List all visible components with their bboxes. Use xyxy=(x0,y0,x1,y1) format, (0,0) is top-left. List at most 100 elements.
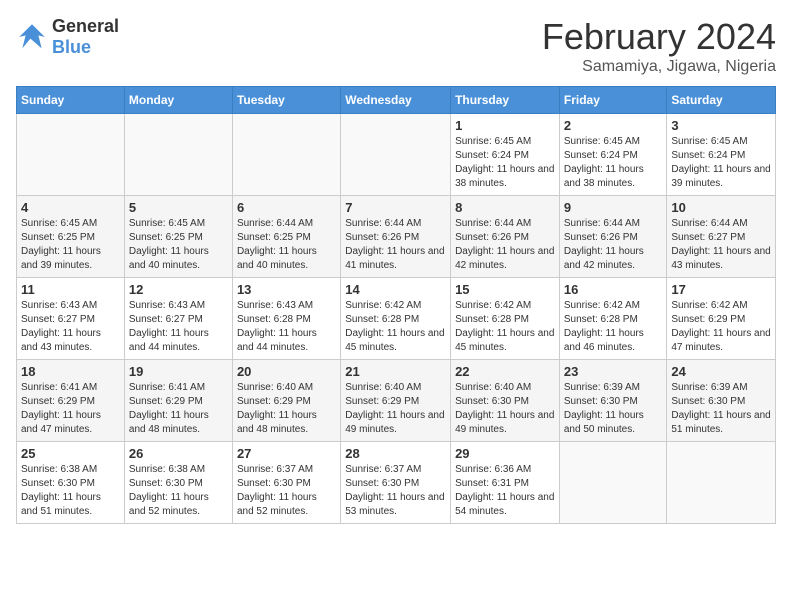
day-number: 21 xyxy=(345,364,446,379)
calendar-cell: 25 Sunrise: 6:38 AM Sunset: 6:30 PM Dayli… xyxy=(17,442,125,524)
day-info: Sunrise: 6:43 AM Sunset: 6:27 PM Dayligh… xyxy=(129,299,228,355)
calendar-cell xyxy=(559,442,667,524)
day-info: Sunrise: 6:38 AM Sunset: 6:30 PM Dayligh… xyxy=(21,463,120,519)
day-number: 12 xyxy=(129,282,228,297)
day-info: Sunrise: 6:44 AM Sunset: 6:26 PM Dayligh… xyxy=(564,217,663,273)
week-row-5: 25 Sunrise: 6:38 AM Sunset: 6:30 PM Dayli… xyxy=(17,442,776,524)
header-monday: Monday xyxy=(124,87,232,114)
day-number: 19 xyxy=(129,364,228,379)
day-number: 15 xyxy=(455,282,555,297)
calendar-cell: 28 Sunrise: 6:37 AM Sunset: 6:30 PM Dayli… xyxy=(341,442,451,524)
calendar-cell: 10 Sunrise: 6:44 AM Sunset: 6:27 PM Dayli… xyxy=(667,196,776,278)
day-number: 25 xyxy=(21,446,120,461)
day-info: Sunrise: 6:37 AM Sunset: 6:30 PM Dayligh… xyxy=(237,463,336,519)
logo-text: General Blue xyxy=(52,16,119,58)
calendar-cell: 23 Sunrise: 6:39 AM Sunset: 6:30 PM Dayli… xyxy=(559,360,667,442)
calendar-cell xyxy=(667,442,776,524)
page-header: General Blue February 2024 Samamiya, Jig… xyxy=(16,16,776,76)
day-number: 20 xyxy=(237,364,336,379)
day-number: 26 xyxy=(129,446,228,461)
calendar-cell xyxy=(341,114,451,196)
day-number: 5 xyxy=(129,200,228,215)
day-number: 4 xyxy=(21,200,120,215)
day-info: Sunrise: 6:44 AM Sunset: 6:26 PM Dayligh… xyxy=(345,217,446,273)
day-number: 27 xyxy=(237,446,336,461)
calendar-cell: 8Sunrise: 6:44 AM Sunset: 6:26 PM Daylig… xyxy=(451,196,560,278)
day-info: Sunrise: 6:45 AM Sunset: 6:25 PM Dayligh… xyxy=(21,217,120,273)
day-number: 23 xyxy=(564,364,663,379)
day-number: 13 xyxy=(237,282,336,297)
day-number: 16 xyxy=(564,282,663,297)
calendar-cell: 16 Sunrise: 6:42 AM Sunset: 6:28 PM Dayli… xyxy=(559,278,667,360)
location-subtitle: Samamiya, Jigawa, Nigeria xyxy=(542,58,776,76)
day-info: Sunrise: 6:45 AM Sunset: 6:24 PM Dayligh… xyxy=(564,135,663,191)
month-title: February 2024 xyxy=(542,16,776,58)
day-number: 3 xyxy=(671,118,771,133)
day-info: Sunrise: 6:40 AM Sunset: 6:30 PM Dayligh… xyxy=(455,381,555,437)
day-info: Sunrise: 6:42 AM Sunset: 6:28 PM Dayligh… xyxy=(455,299,555,355)
calendar-cell: 11 Sunrise: 6:43 AM Sunset: 6:27 PM Dayli… xyxy=(17,278,125,360)
calendar-cell: 17Sunrise: 6:42 AM Sunset: 6:29 PM Dayli… xyxy=(667,278,776,360)
week-row-3: 11 Sunrise: 6:43 AM Sunset: 6:27 PM Dayli… xyxy=(17,278,776,360)
header-thursday: Thursday xyxy=(451,87,560,114)
calendar-cell: 21 Sunrise: 6:40 AM Sunset: 6:29 PM Dayli… xyxy=(341,360,451,442)
calendar-cell: 29 Sunrise: 6:36 AM Sunset: 6:31 PM Dayli… xyxy=(451,442,560,524)
header-wednesday: Wednesday xyxy=(341,87,451,114)
calendar-cell: 27 Sunrise: 6:37 AM Sunset: 6:30 PM Dayli… xyxy=(232,442,340,524)
day-number: 1 xyxy=(455,118,555,133)
calendar-cell: 14Sunrise: 6:42 AM Sunset: 6:28 PM Dayli… xyxy=(341,278,451,360)
day-info: Sunrise: 6:41 AM Sunset: 6:29 PM Dayligh… xyxy=(21,381,120,437)
day-info: Sunrise: 6:43 AM Sunset: 6:28 PM Dayligh… xyxy=(237,299,336,355)
day-number: 29 xyxy=(455,446,555,461)
week-row-2: 4 Sunrise: 6:45 AM Sunset: 6:25 PM Daylig… xyxy=(17,196,776,278)
calendar-cell: 6Sunrise: 6:44 AM Sunset: 6:25 PM Daylig… xyxy=(232,196,340,278)
day-info: Sunrise: 6:42 AM Sunset: 6:28 PM Dayligh… xyxy=(564,299,663,355)
calendar-cell xyxy=(17,114,125,196)
day-info: Sunrise: 6:45 AM Sunset: 6:25 PM Dayligh… xyxy=(129,217,228,273)
day-number: 18 xyxy=(21,364,120,379)
day-number: 14 xyxy=(345,282,446,297)
calendar-cell: 19Sunrise: 6:41 AM Sunset: 6:29 PM Dayli… xyxy=(124,360,232,442)
week-row-4: 18 Sunrise: 6:41 AM Sunset: 6:29 PM Dayli… xyxy=(17,360,776,442)
logo-icon xyxy=(16,21,48,53)
day-number: 17 xyxy=(671,282,771,297)
calendar-cell: 22Sunrise: 6:40 AM Sunset: 6:30 PM Dayli… xyxy=(451,360,560,442)
header-friday: Friday xyxy=(559,87,667,114)
day-number: 11 xyxy=(21,282,120,297)
logo-blue: Blue xyxy=(52,37,91,57)
calendar-cell xyxy=(232,114,340,196)
calendar-header-row: SundayMondayTuesdayWednesdayThursdayFrid… xyxy=(17,87,776,114)
day-number: 9 xyxy=(564,200,663,215)
calendar-cell: 13 Sunrise: 6:43 AM Sunset: 6:28 PM Dayli… xyxy=(232,278,340,360)
calendar-cell: 12 Sunrise: 6:43 AM Sunset: 6:27 PM Dayli… xyxy=(124,278,232,360)
day-info: Sunrise: 6:44 AM Sunset: 6:25 PM Dayligh… xyxy=(237,217,336,273)
calendar-cell: 4 Sunrise: 6:45 AM Sunset: 6:25 PM Daylig… xyxy=(17,196,125,278)
calendar-cell: 20Sunrise: 6:40 AM Sunset: 6:29 PM Dayli… xyxy=(232,360,340,442)
day-number: 7 xyxy=(345,200,446,215)
day-info: Sunrise: 6:44 AM Sunset: 6:27 PM Dayligh… xyxy=(671,217,771,273)
logo: General Blue xyxy=(16,16,119,58)
calendar-cell: 1Sunrise: 6:45 AM Sunset: 6:24 PM Daylig… xyxy=(451,114,560,196)
calendar-cell: 3 Sunrise: 6:45 AM Sunset: 6:24 PM Daylig… xyxy=(667,114,776,196)
day-info: Sunrise: 6:37 AM Sunset: 6:30 PM Dayligh… xyxy=(345,463,446,519)
calendar-cell: 9 Sunrise: 6:44 AM Sunset: 6:26 PM Daylig… xyxy=(559,196,667,278)
header-sunday: Sunday xyxy=(17,87,125,114)
calendar-cell xyxy=(124,114,232,196)
day-info: Sunrise: 6:39 AM Sunset: 6:30 PM Dayligh… xyxy=(564,381,663,437)
logo-general: General xyxy=(52,16,119,36)
day-number: 8 xyxy=(455,200,555,215)
day-number: 24 xyxy=(671,364,771,379)
calendar-cell: 24 Sunrise: 6:39 AM Sunset: 6:30 PM Dayli… xyxy=(667,360,776,442)
day-number: 10 xyxy=(671,200,771,215)
calendar-cell: 18 Sunrise: 6:41 AM Sunset: 6:29 PM Dayli… xyxy=(17,360,125,442)
calendar-cell: 26 Sunrise: 6:38 AM Sunset: 6:30 PM Dayli… xyxy=(124,442,232,524)
day-info: Sunrise: 6:39 AM Sunset: 6:30 PM Dayligh… xyxy=(671,381,771,437)
calendar-cell: 7 Sunrise: 6:44 AM Sunset: 6:26 PM Daylig… xyxy=(341,196,451,278)
header-saturday: Saturday xyxy=(667,87,776,114)
day-info: Sunrise: 6:36 AM Sunset: 6:31 PM Dayligh… xyxy=(455,463,555,519)
day-info: Sunrise: 6:45 AM Sunset: 6:24 PM Dayligh… xyxy=(671,135,771,191)
day-info: Sunrise: 6:43 AM Sunset: 6:27 PM Dayligh… xyxy=(21,299,120,355)
day-info: Sunrise: 6:40 AM Sunset: 6:29 PM Dayligh… xyxy=(345,381,446,437)
day-number: 28 xyxy=(345,446,446,461)
day-info: Sunrise: 6:38 AM Sunset: 6:30 PM Dayligh… xyxy=(129,463,228,519)
